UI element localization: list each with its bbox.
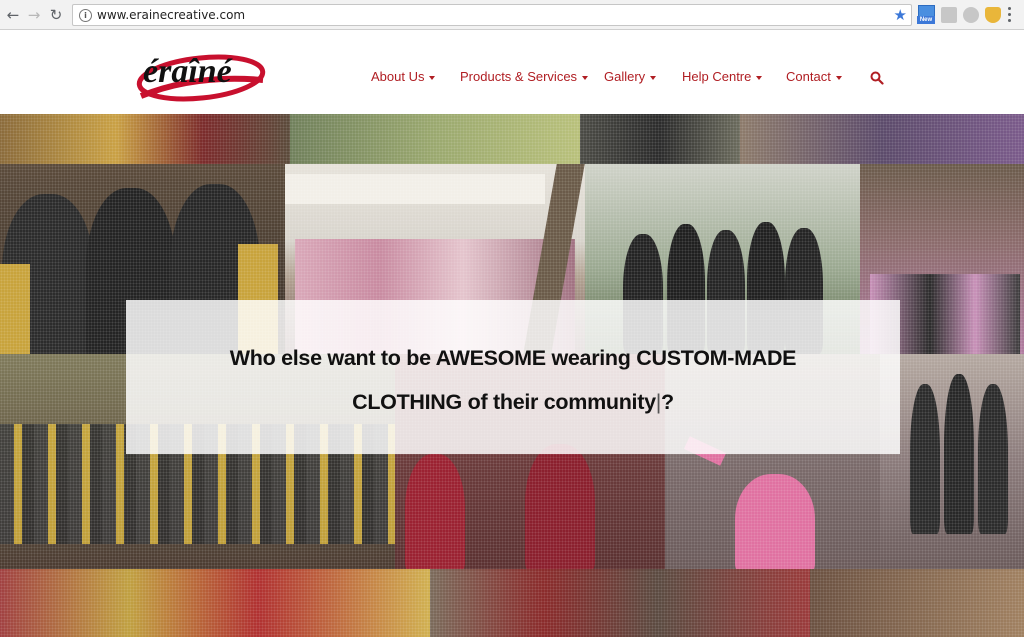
hero-headline-line1: Who else want to be AWESOME wearing CUST…	[229, 346, 797, 370]
hero-headline-line2: CLOTHING of their community|?	[126, 380, 900, 424]
caret-down-icon	[756, 75, 763, 80]
caret-down-icon	[429, 75, 436, 80]
back-arrow-icon[interactable]: ←	[4, 6, 22, 24]
cloud-extension-icon[interactable]	[963, 7, 979, 23]
hero-headline-end: ?	[661, 390, 674, 414]
caret-down-icon	[650, 75, 657, 80]
browser-toolbar: ← → ↻ i www.erainecreative.com ★ New	[0, 0, 1024, 30]
nav-contact[interactable]: Contact	[786, 69, 842, 84]
collage-photo	[0, 114, 290, 164]
collage-photo	[430, 569, 810, 637]
nav-products-services-label: Products & Services	[460, 69, 578, 84]
nav-help-centre-label: Help Centre	[682, 69, 752, 84]
nav-about-us-label: About Us	[371, 69, 425, 84]
site-header: éraîné About Us Products & Services Gall…	[0, 30, 1024, 114]
caret-down-icon	[582, 75, 589, 80]
bookmark-star-icon[interactable]: ★	[894, 6, 907, 24]
nav-gallery-label: Gallery	[604, 69, 646, 84]
site-info-icon[interactable]: i	[79, 9, 92, 22]
collage-photo	[0, 569, 430, 637]
url-text[interactable]: www.erainecreative.com	[97, 8, 245, 22]
nav-help-centre[interactable]: Help Centre	[682, 69, 763, 84]
collage-photo	[290, 114, 580, 164]
collage-photo	[810, 569, 1024, 637]
eraine-logo[interactable]: éraîné	[135, 44, 267, 102]
reload-icon[interactable]: ↻	[47, 6, 65, 24]
nav-products-services[interactable]: Products & Services	[460, 69, 589, 84]
forward-arrow-icon[interactable]: →	[25, 6, 43, 24]
logo-text: éraîné	[143, 53, 234, 90]
extension-new-icon[interactable]: New	[917, 5, 935, 25]
collage-photo	[580, 114, 740, 164]
search-icon[interactable]	[870, 71, 884, 85]
shield-extension-icon[interactable]	[985, 7, 1001, 23]
hero-headline-line2-text: CLOTHING of their community	[352, 390, 656, 414]
extension-new-label: New	[917, 16, 935, 24]
nav-about-us[interactable]: About Us	[371, 69, 436, 84]
collage-photo	[740, 114, 1024, 164]
address-bar[interactable]: i www.erainecreative.com ★	[72, 4, 912, 26]
caret-down-icon	[835, 75, 842, 80]
browser-menu-icon[interactable]	[1008, 7, 1012, 23]
hero-banner: Who else want to be AWESOME wearing CUST…	[126, 300, 900, 454]
nav-contact-label: Contact	[786, 69, 831, 84]
collage-photo	[880, 354, 1024, 569]
nav-gallery[interactable]: Gallery	[604, 69, 657, 84]
hero-collage: Who else want to be AWESOME wearing CUST…	[0, 114, 1024, 637]
dropbox-extension-icon[interactable]	[941, 7, 957, 23]
